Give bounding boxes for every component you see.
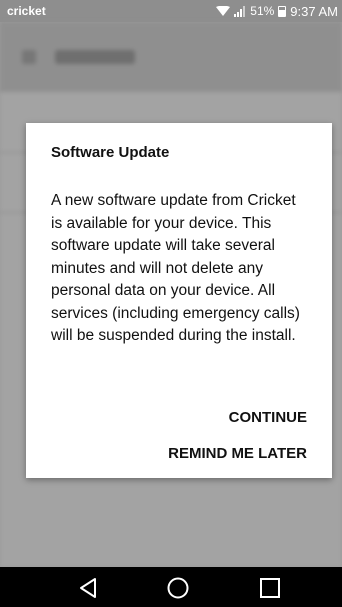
background-back-icon: [22, 50, 36, 64]
wifi-icon: [216, 6, 231, 16]
status-bar: cricket 51% 9:37 AM: [0, 0, 342, 22]
remind-me-later-button[interactable]: REMIND ME LATER: [168, 445, 307, 462]
background-title: [55, 50, 135, 64]
signal-icon: [234, 5, 246, 17]
home-button[interactable]: [163, 573, 193, 603]
dialog-message: A new software update from Cricket is av…: [51, 192, 300, 344]
clock: 9:37 AM: [290, 3, 338, 19]
screen: cricket 51% 9:37 AM Software Update A ne…: [0, 0, 342, 607]
battery-icon: [278, 5, 287, 17]
recent-apps-button[interactable]: [255, 573, 285, 603]
home-icon: [167, 577, 189, 599]
status-indicators: 51% 9:37 AM: [216, 4, 338, 19]
dialog-title: Software Update: [51, 144, 170, 161]
background-header: [0, 22, 342, 92]
recent-apps-icon: [260, 578, 280, 598]
back-icon: [80, 578, 96, 598]
navigation-bar: [0, 567, 342, 607]
battery-percent: 51%: [250, 4, 275, 18]
software-update-dialog: Software Update A new software update fr…: [26, 123, 332, 478]
continue-button[interactable]: CONTINUE: [229, 409, 307, 426]
carrier-name: cricket: [7, 4, 46, 18]
back-button[interactable]: [73, 573, 103, 603]
